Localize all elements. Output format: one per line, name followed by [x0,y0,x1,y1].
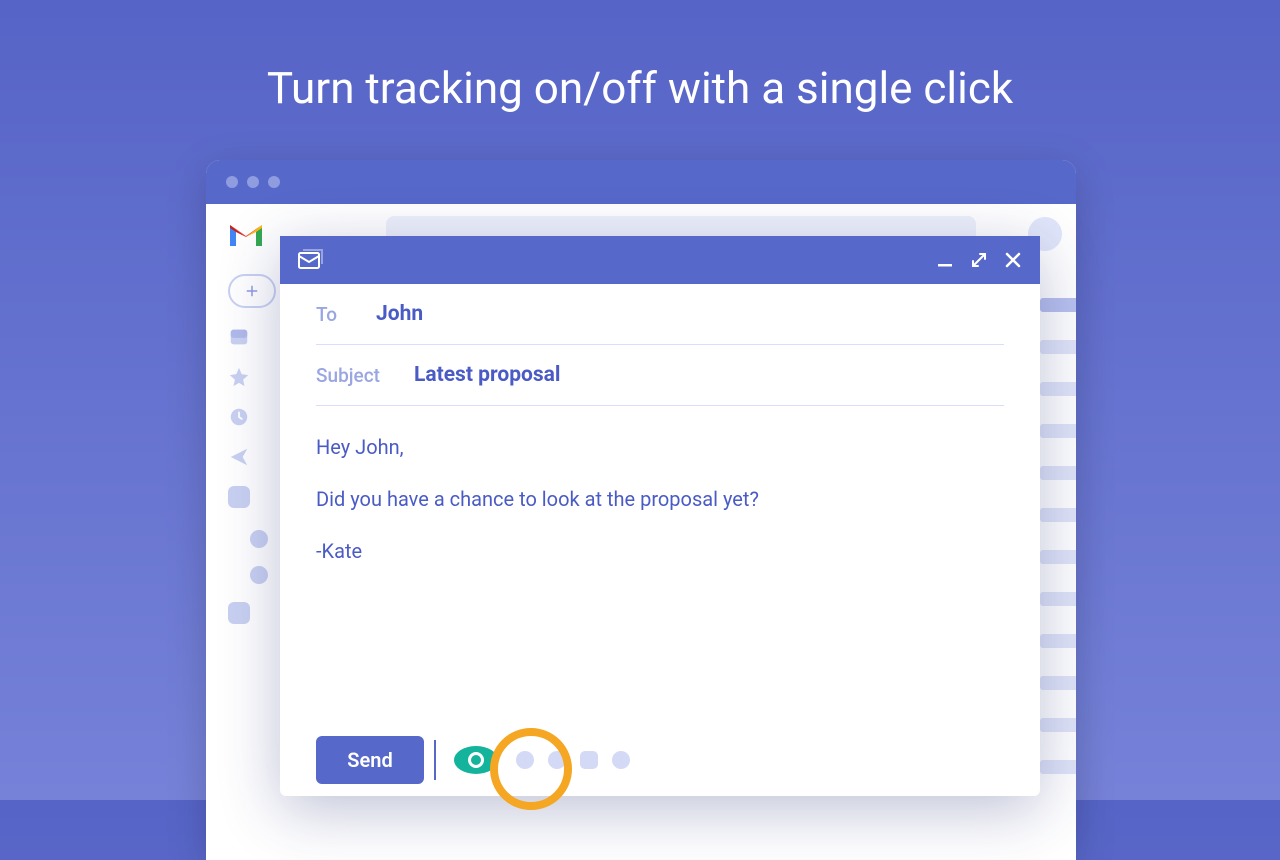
footer-action-1[interactable] [516,751,534,769]
list-row [1040,550,1076,564]
compose-button[interactable] [228,274,276,308]
sidebar-category-icon[interactable] [228,602,250,624]
subject-value: Latest proposal [414,363,560,387]
snoozed-icon[interactable] [228,406,250,428]
to-label: To [316,303,352,326]
close-icon[interactable] [1004,251,1022,269]
compose-window: To John Subject Latest proposal Hey John… [280,236,1040,796]
subject-label: Subject [316,364,390,387]
footer-action-2[interactable] [548,751,566,769]
eye-icon [454,746,498,774]
list-row [1040,634,1076,648]
footer-action-4[interactable] [612,751,630,769]
to-value: John [376,302,423,326]
message-line: Did you have a chance to look at the pro… [316,484,1004,514]
message-signature: -Kate [316,536,1004,566]
message-body[interactable]: Hey John, Did you have a chance to look … [316,406,1004,566]
list-row [1040,298,1076,312]
traffic-light-close[interactable] [226,176,238,188]
message-list-placeholder [1040,290,1076,774]
sidebar-label-1[interactable] [250,530,268,548]
list-row [1040,718,1076,732]
expand-icon[interactable] [970,251,988,269]
inbox-icon[interactable] [228,326,250,348]
list-row [1040,382,1076,396]
window-titlebar [206,160,1076,204]
list-row [1040,760,1076,774]
list-row [1040,340,1076,354]
send-button[interactable]: Send [316,736,424,784]
gmail-sidebar [228,274,282,624]
gmail-logo [226,218,266,250]
list-row [1040,676,1076,690]
list-row [1040,424,1076,438]
mail-icon [298,249,324,271]
traffic-light-maximize[interactable] [268,176,280,188]
compose-header [280,236,1040,284]
list-row [1040,592,1076,606]
footer-action-3[interactable] [580,751,598,769]
minimize-icon[interactable] [936,251,954,269]
list-row [1040,508,1076,522]
list-row [1040,466,1076,480]
marketing-headline: Turn tracking on/off with a single click [0,0,1280,114]
tracking-toggle[interactable] [450,742,502,778]
drafts-icon[interactable] [228,486,250,508]
compose-body: To John Subject Latest proposal Hey John… [280,284,1040,566]
send-more-divider[interactable] [434,740,436,780]
sent-icon[interactable] [228,446,250,468]
starred-icon[interactable] [228,366,250,388]
browser-window: To John Subject Latest proposal Hey John… [206,160,1076,860]
sidebar-label-2[interactable] [250,566,268,584]
message-line: Hey John, [316,432,1004,462]
compose-footer: Send [316,736,630,784]
send-label: Send [347,748,392,772]
traffic-light-minimize[interactable] [247,176,259,188]
to-row[interactable]: To John [316,284,1004,345]
subject-row[interactable]: Subject Latest proposal [316,345,1004,406]
